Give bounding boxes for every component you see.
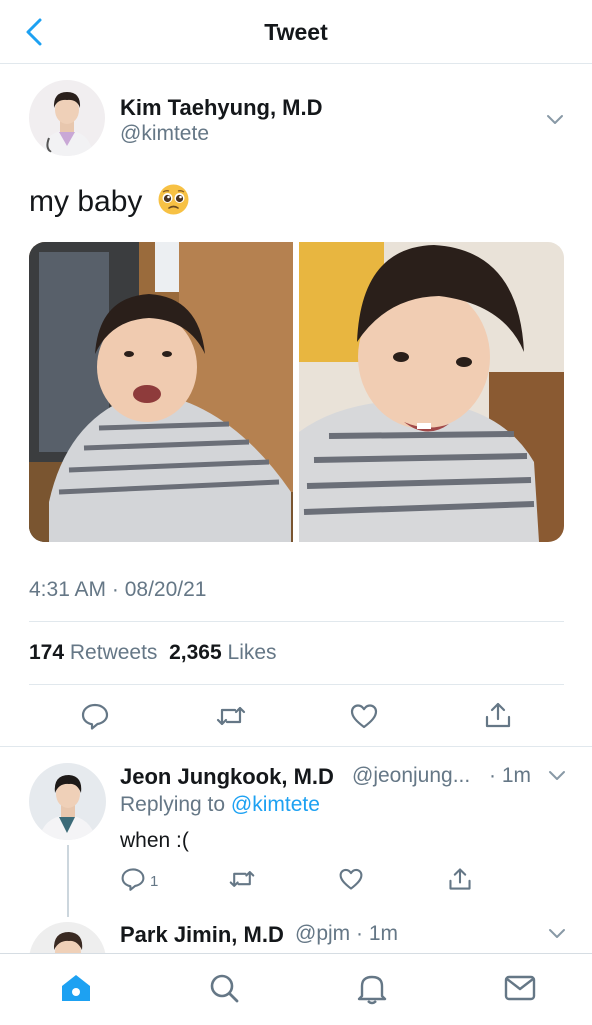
- reply-button[interactable]: [80, 701, 110, 731]
- share-button[interactable]: [483, 700, 513, 730]
- reply-share-button[interactable]: [447, 866, 473, 892]
- chevron-down-icon: [544, 115, 566, 134]
- reply-more-options-button[interactable]: [547, 765, 567, 790]
- reply2-more-options-button[interactable]: [547, 923, 567, 948]
- tab-notifications[interactable]: [352, 968, 392, 1008]
- replying-to-mention[interactable]: @kimtete: [231, 793, 320, 816]
- tab-home[interactable]: [56, 968, 96, 1008]
- reply-author-avatar[interactable]: [29, 763, 106, 840]
- reply2-time: · 1m: [356, 922, 398, 945]
- divider: [29, 621, 564, 622]
- replying-to-label: Replying to: [120, 793, 226, 816]
- retweet-icon: [215, 701, 247, 731]
- reply2-author-name[interactable]: Park Jimin, M.D: [120, 922, 284, 948]
- bottom-tab-bar: [0, 953, 592, 1025]
- chevron-down-icon: [547, 771, 567, 789]
- reply-author-handle[interactable]: @jeonjung...: [352, 764, 470, 788]
- author-name[interactable]: Kim Taehyung, M.D: [120, 95, 323, 121]
- divider: [29, 684, 564, 685]
- author-avatar[interactable]: [29, 80, 105, 156]
- retweets-stat[interactable]: 174 Retweets: [29, 641, 157, 664]
- reply-count: 1: [150, 873, 159, 890]
- author-handle[interactable]: @kimtete: [120, 122, 209, 146]
- pleading-face-emoji-icon: [157, 183, 190, 216]
- top-bar: Tweet: [0, 0, 592, 64]
- page-title: Tweet: [264, 19, 328, 45]
- tweet-media[interactable]: [29, 242, 564, 542]
- reply2-author-handle[interactable]: @pjm: [295, 922, 350, 946]
- tweet-text-content: my baby: [29, 185, 143, 218]
- heart-icon: [338, 866, 364, 892]
- share-icon: [483, 700, 513, 730]
- more-options-button[interactable]: [544, 108, 566, 135]
- tab-messages[interactable]: [500, 968, 540, 1008]
- comment-icon: [120, 866, 146, 892]
- home-icon: [56, 968, 96, 1008]
- search-icon: [204, 968, 244, 1008]
- mail-icon: [500, 968, 540, 1008]
- divider: [0, 746, 592, 747]
- thread-line: [67, 845, 69, 917]
- tweet-photo-1[interactable]: [29, 242, 293, 542]
- reply-text: when :(: [120, 829, 189, 852]
- tweet-text: my baby: [29, 183, 190, 219]
- reply-author-name[interactable]: Jeon Jungkook, M.D: [120, 764, 334, 790]
- likes-label: Likes: [227, 641, 277, 664]
- reply-reply-button[interactable]: [120, 866, 146, 892]
- retweet-icon: [228, 866, 256, 892]
- tab-search[interactable]: [204, 968, 244, 1008]
- retweets-label: Retweets: [69, 641, 158, 664]
- bell-icon: [352, 968, 392, 1008]
- tweet-photo-2[interactable]: [299, 242, 564, 542]
- share-icon: [447, 866, 473, 892]
- likes-stat[interactable]: 2,365 Likes: [169, 641, 276, 664]
- tweet-stats: 174 Retweets 2,365 Likes: [29, 641, 277, 665]
- chevron-down-icon: [547, 929, 567, 947]
- reply-retweet-button[interactable]: [228, 866, 256, 892]
- retweets-count: 174: [29, 641, 65, 664]
- likes-count: 2,365: [169, 641, 222, 664]
- like-button[interactable]: [349, 701, 379, 731]
- retweet-button[interactable]: [215, 701, 247, 731]
- reply-time: · 1m: [489, 764, 531, 787]
- comment-icon: [80, 701, 110, 731]
- tweet-timestamp: 4:31 AM · 08/20/21: [29, 578, 207, 601]
- replying-to: Replying to @kimtete: [120, 793, 320, 817]
- heart-icon: [349, 701, 379, 731]
- reply-like-button[interactable]: [338, 866, 364, 892]
